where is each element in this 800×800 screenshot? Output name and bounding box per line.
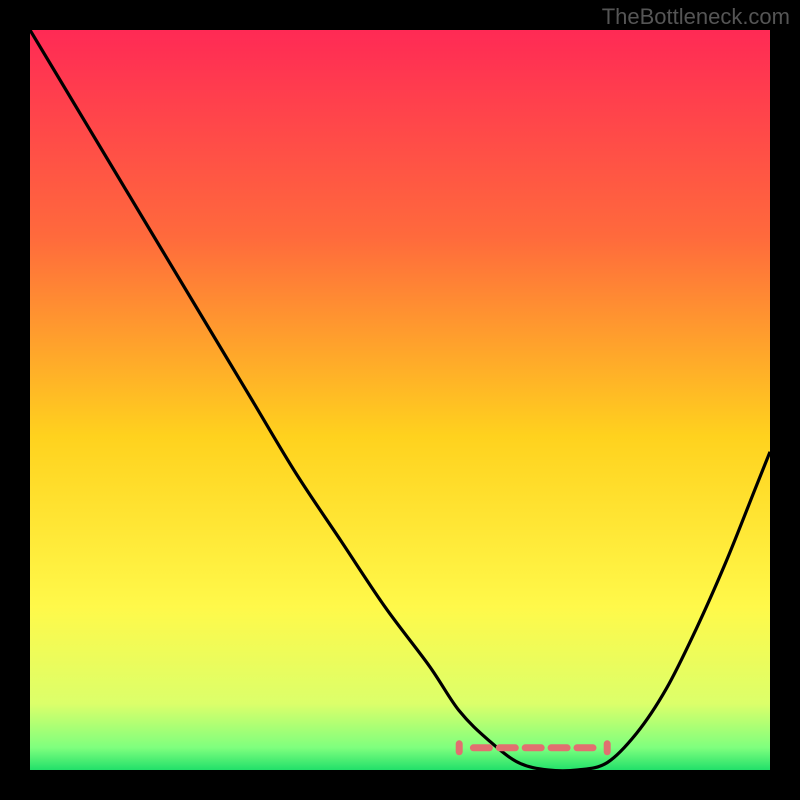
- chart-frame: TheBottleneck.com: [0, 0, 800, 800]
- curve-layer: [30, 30, 770, 770]
- watermark: TheBottleneck.com: [602, 4, 790, 30]
- bottleneck-curve: [30, 30, 770, 770]
- plot-area: [30, 30, 770, 770]
- flat-segment-markers: [459, 744, 607, 752]
